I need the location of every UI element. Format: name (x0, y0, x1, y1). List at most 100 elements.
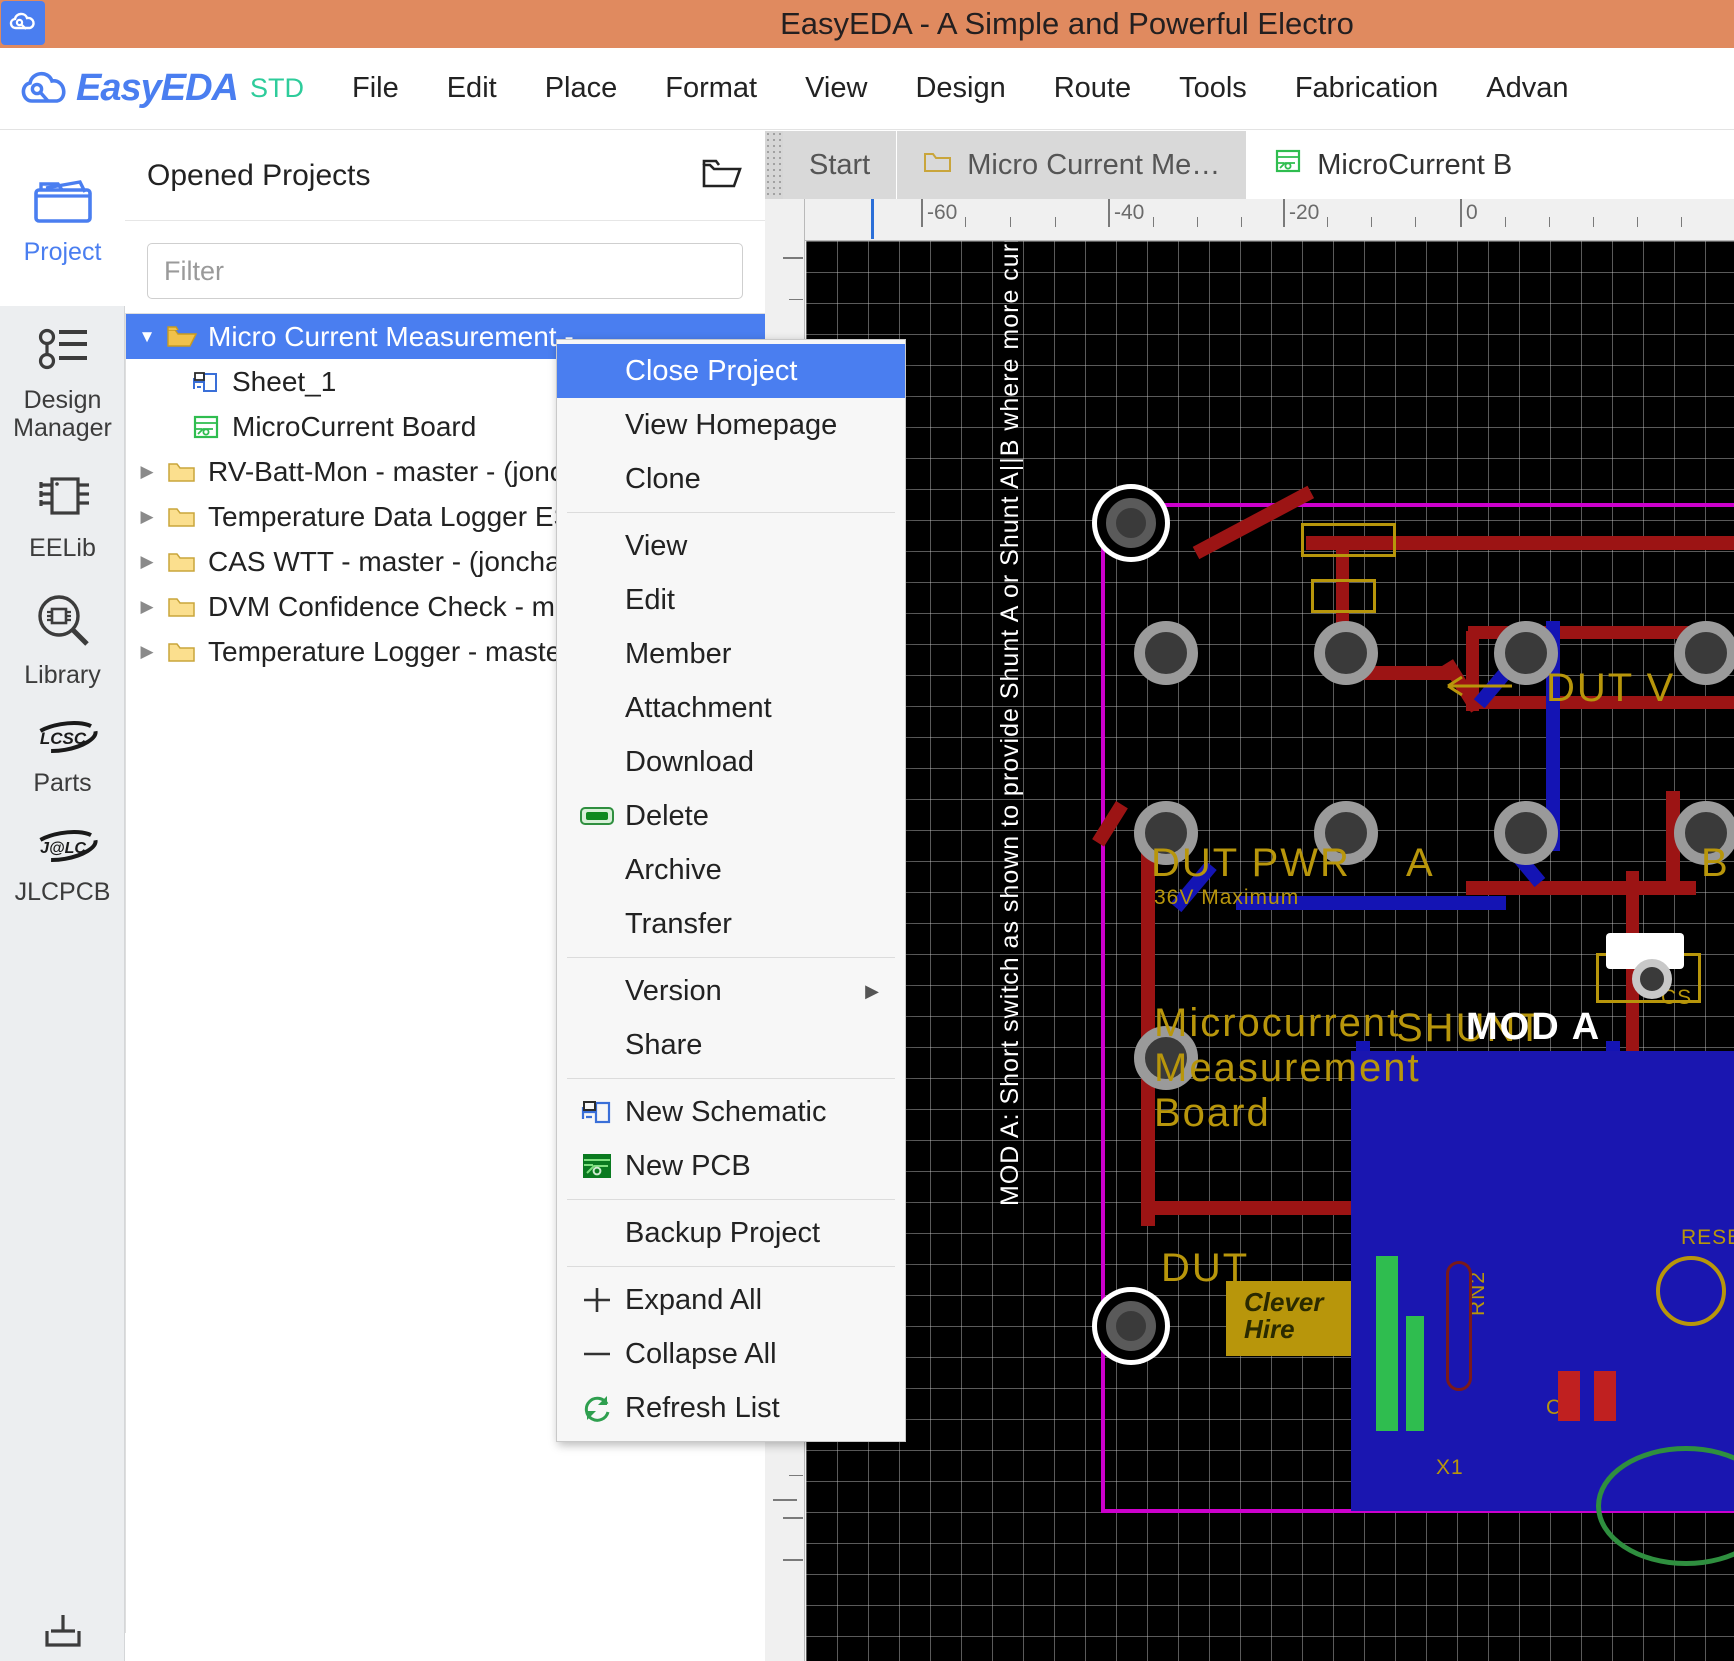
menu-item-route[interactable]: Route (1054, 72, 1131, 105)
project-context-menu: Close Project View Homepage Clone View E… (556, 339, 906, 1442)
context-menu-item-member[interactable]: Member (557, 627, 905, 681)
tab-start[interactable]: Start (783, 131, 898, 199)
silk-text-b: B (1701, 841, 1730, 885)
context-menu-item-archive[interactable]: Archive (557, 843, 905, 897)
tab-microcurrent-board[interactable]: MicroCurrent B (1247, 131, 1540, 199)
context-menu-item-edit[interactable]: Edit (557, 573, 905, 627)
easyeda-logo[interactable]: EasyEDA STD (18, 67, 304, 110)
component-footprint (1558, 1371, 1580, 1421)
context-menu-item-expand-all[interactable]: Expand All (557, 1273, 905, 1327)
clever-hire-logo: Clever Hire (1244, 1287, 1324, 1345)
mod-a-label: MOD A (1466, 1006, 1602, 1048)
component-footprint (1594, 1371, 1616, 1421)
rail-item-eelib[interactable]: EELib (0, 452, 125, 573)
twisty-right-icon[interactable]: ▶ (132, 642, 162, 662)
rail-bottom-icon[interactable] (0, 1601, 125, 1661)
tree-label: Temperature Logger - master (208, 635, 571, 667)
chip-icon (35, 470, 91, 527)
twisty-right-icon[interactable]: ▶ (132, 507, 162, 527)
menu-item-advanced[interactable]: Advan (1486, 72, 1568, 105)
logo-line-2: Hire (1244, 1314, 1295, 1345)
ruler-label: 0 (1466, 201, 1478, 224)
folder-icon (162, 550, 202, 574)
context-menu-item-collapse-all[interactable]: Collapse All (557, 1327, 905, 1381)
twisty-right-icon[interactable]: ▶ (132, 552, 162, 572)
through-hole-pad (1134, 621, 1198, 685)
menu-item-design[interactable]: Design (915, 72, 1005, 105)
mounting-hole (1106, 498, 1156, 548)
left-icon-rail: Project Design Manager EELib Library LCS… (0, 131, 125, 1661)
tab-micro-current-measurement[interactable]: Micro Current Me… (897, 131, 1248, 199)
folder-icon (162, 640, 202, 664)
menu-item-place[interactable]: Place (545, 72, 618, 105)
menu-item-fabrication[interactable]: Fabrication (1295, 72, 1438, 105)
twisty-right-icon[interactable]: ▶ (132, 462, 162, 482)
context-menu-item-share[interactable]: Share (557, 1018, 905, 1072)
silk-text-x1: X1 (1436, 1456, 1464, 1479)
silk-text-measurement: Measurement (1154, 1046, 1421, 1090)
tree-label: RV-Batt-Mon - master - (jonch (208, 455, 580, 487)
context-menu-item-view[interactable]: View (557, 519, 905, 573)
context-menu-label: Version (625, 974, 722, 1007)
open-folder-icon[interactable] (701, 156, 743, 195)
silk-text-a: A (1406, 841, 1435, 885)
horizontal-ruler[interactable]: -60 -40 -20 0 (805, 199, 1734, 241)
context-menu-label: New PCB (625, 1149, 751, 1182)
twisty-right-icon[interactable]: ▶ (132, 597, 162, 617)
logo-line-1: Clever (1244, 1287, 1324, 1317)
menu-item-format[interactable]: Format (665, 72, 757, 105)
context-menu-label: Refresh List (625, 1391, 780, 1424)
pcb-canvas[interactable]: DUT PWR 36V Maximum A B SHUNT DUT Microc… (806, 241, 1734, 1661)
context-menu-label: Collapse All (625, 1337, 777, 1370)
panel-title: Opened Projects (147, 158, 371, 192)
menu-item-edit[interactable]: Edit (447, 72, 497, 105)
through-hole-pad (1314, 621, 1378, 685)
menu-item-file[interactable]: File (352, 72, 399, 105)
rail-item-library[interactable]: Library (0, 573, 125, 700)
folder-icon (162, 505, 202, 529)
context-menu-item-download[interactable]: Download (557, 735, 905, 789)
ruler-label: -60 (927, 201, 958, 224)
context-menu-label: Archive (625, 853, 722, 886)
rail-item-design-manager[interactable]: Design Manager (0, 306, 125, 452)
context-menu-item-attachment[interactable]: Attachment (557, 681, 905, 735)
silk-text-board: Board (1154, 1091, 1271, 1135)
rail-item-jlcpcb[interactable]: J@LC JLCPCB (0, 808, 125, 917)
context-menu-label: Edit (625, 583, 675, 616)
rail-label-design-manager: Design Manager (13, 386, 112, 442)
tree-label: MicroCurrent Board (232, 410, 477, 442)
rail-item-parts[interactable]: LCSC Parts (0, 699, 125, 808)
twisty-down-icon[interactable]: ▼ (132, 327, 162, 347)
tree-label: Sheet_1 (232, 365, 337, 397)
context-menu-label: View Homepage (625, 408, 838, 441)
context-menu-item-transfer[interactable]: Transfer (557, 897, 905, 951)
silk-text-36v-max: 36V Maximum (1154, 886, 1300, 909)
tree-label: Micro Current Measurement - (208, 320, 574, 352)
rail-item-project[interactable]: Project (0, 131, 125, 306)
connector-footprint (1301, 523, 1396, 557)
context-menu-label: Backup Project (625, 1216, 821, 1249)
context-menu-item-new-schematic[interactable]: New Schematic (557, 1085, 905, 1139)
svg-text:J@LC: J@LC (40, 840, 86, 857)
context-menu-item-new-pcb[interactable]: New PCB (557, 1139, 905, 1193)
context-menu-item-refresh-list[interactable]: Refresh List (557, 1381, 905, 1435)
through-hole-pad (1494, 801, 1558, 865)
context-menu-item-delete[interactable]: Delete (557, 789, 905, 843)
context-menu-item-close-project[interactable]: Close Project (557, 344, 905, 398)
brand-edition: STD (249, 73, 304, 103)
tab-bar: Start Micro Current Me… MicroCurrent B (765, 131, 1734, 199)
dut-arrow-icon (1446, 673, 1516, 704)
silk-text-dut: DUT (1161, 1246, 1250, 1290)
menu-item-tools[interactable]: Tools (1179, 72, 1247, 105)
menu-item-view[interactable]: View (805, 72, 867, 105)
rail-label-eelib: EELib (29, 534, 96, 562)
context-menu-item-backup-project[interactable]: Backup Project (557, 1206, 905, 1260)
ruler-label: -20 (1289, 201, 1320, 224)
context-menu-item-version[interactable]: Version ▶ (557, 964, 905, 1018)
context-menu-item-view-homepage[interactable]: View Homepage (557, 398, 905, 452)
filter-input[interactable] (147, 243, 743, 299)
tab-drag-grip[interactable] (765, 131, 783, 199)
context-menu-item-clone[interactable]: Clone (557, 452, 905, 506)
filter-row (125, 221, 765, 313)
trace-red (1466, 881, 1696, 895)
